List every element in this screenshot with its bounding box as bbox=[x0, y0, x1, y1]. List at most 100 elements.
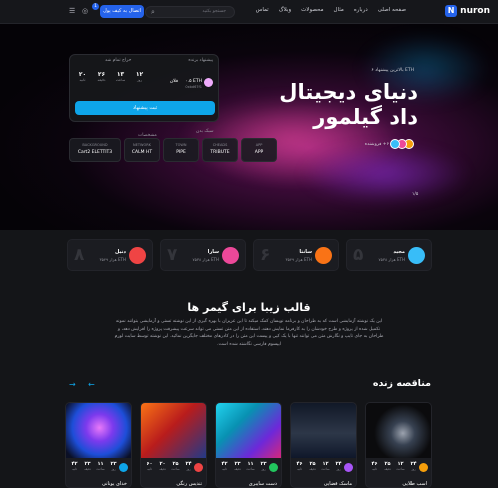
hero-smoke-art bbox=[300, 144, 470, 204]
winner-amount: ۰.۵ ETH bbox=[185, 79, 202, 84]
nav-item-examples[interactable]: مثال bbox=[334, 7, 344, 13]
spec-value: PIPE bbox=[176, 150, 186, 155]
timer-unit: ساعت bbox=[171, 467, 180, 471]
section-title: قالب زیبا برای گیمر ها bbox=[187, 301, 311, 314]
nft-image[interactable] bbox=[291, 403, 356, 458]
search-input[interactable]: جستجو بکنید ⌕ bbox=[145, 6, 235, 18]
logo-mark-icon: N bbox=[445, 5, 458, 17]
avatar[interactable] bbox=[222, 247, 239, 264]
auction-ended-label: حراج تمام شد bbox=[105, 58, 132, 63]
nav-item-home[interactable]: صفحه اصلی bbox=[378, 7, 406, 13]
cart-count-badge: 1 bbox=[92, 3, 99, 10]
avatar[interactable] bbox=[419, 463, 428, 472]
timer-unit: دقیقه bbox=[384, 467, 391, 471]
timer-unit: روز bbox=[186, 467, 191, 471]
arrow-left-icon[interactable]: → bbox=[69, 380, 76, 389]
spec-item[interactable]: BACKGROUND Cart2 ELETTIT3 bbox=[69, 138, 121, 162]
page: N nuron صفحه اصلی درباره مثال محصولات وب… bbox=[0, 0, 498, 488]
section-description: این یک نوشته آزمایشی است که به طراحان و … bbox=[114, 319, 384, 347]
spec-item[interactable]: NETWORK CALM HT bbox=[124, 138, 160, 162]
seller-volume: ۳۵۴۹ هزار ETH bbox=[285, 257, 312, 262]
avatar[interactable] bbox=[129, 247, 146, 264]
auction-card[interactable]: ۴۲ ثانیه ۲۳ دقیقه ۱۱ ساعت ۲۳ روز دست سایبری bbox=[215, 402, 282, 488]
seller-rank: ۵ bbox=[353, 245, 364, 265]
spec-item[interactable]: APP APP bbox=[241, 138, 277, 162]
timer-unit: دقیقه bbox=[84, 467, 91, 471]
winner-avatar[interactable] bbox=[204, 78, 213, 87]
card-timer: ۴۲ ثانیه ۲۳ دقیقه ۱۱ ساعت ۲۳ روز bbox=[219, 461, 269, 471]
bid-card: پیشنهاد برنده حراج تمام شد ۰.۵ ETH 0xbd6… bbox=[69, 54, 219, 122]
card-title[interactable]: اسب طلایی bbox=[402, 481, 427, 487]
live-auction-title: مناقصه زنده bbox=[372, 378, 431, 389]
nft-image[interactable] bbox=[141, 403, 206, 458]
timer-unit: ثانیه bbox=[296, 467, 303, 471]
seller-rank: ۸ bbox=[74, 245, 85, 265]
timer-unit: دقیقه bbox=[97, 78, 106, 82]
seller-name: سارا bbox=[207, 249, 219, 255]
card-title[interactable]: ماسک فضایی bbox=[324, 481, 352, 487]
specs-label-secondary: سبک بدن bbox=[196, 129, 214, 134]
winner-name: فلان bbox=[169, 79, 178, 84]
timer-unit: ثانیه bbox=[221, 467, 228, 471]
timer-unit: روز bbox=[111, 467, 116, 471]
avatar[interactable] bbox=[390, 139, 400, 149]
nft-image[interactable] bbox=[366, 403, 431, 458]
place-bid-button[interactable]: ثبت پیشنهاد bbox=[75, 101, 215, 115]
spec-item[interactable]: CHEADS TRIBUTE bbox=[202, 138, 238, 162]
seller-card[interactable]: سارا ۷۵۳۸ هزار ETH ۷ bbox=[160, 239, 246, 271]
card-timer: ۴۲ ثانیه ۲۳ دقیقه ۱۱ ساعت ۲۳ روز bbox=[69, 461, 119, 471]
timer-unit: ساعت bbox=[246, 467, 255, 471]
nft-image[interactable] bbox=[66, 403, 131, 458]
search-icon[interactable]: ⌕ bbox=[151, 8, 155, 17]
seller-name: سانتا bbox=[299, 249, 312, 255]
avatar[interactable] bbox=[119, 463, 128, 472]
spec-value: CALM HT bbox=[131, 150, 153, 155]
avatar[interactable] bbox=[315, 247, 332, 264]
seller-volume: ۷۵۳۸ هزار ETH bbox=[192, 257, 219, 262]
seller-rank: ۶ bbox=[260, 245, 271, 265]
hero-top-bid: بالاترین پیشنهاد ۶ ETH bbox=[371, 68, 414, 73]
card-timer: ۴۶ ثانیه ۲۵ دقیقه ۱۲ ساعت ۲۴ روز bbox=[294, 461, 344, 471]
nav-item-blog[interactable]: وبلاگ bbox=[279, 7, 291, 13]
nav-item-about[interactable]: درباره bbox=[354, 7, 368, 13]
auction-card[interactable]: ۶۰ ثانیه ۲۰ دقیقه ۲۵ ساعت ۲۴ روز تندیس رنگی bbox=[140, 402, 207, 488]
timer-value: ۲۰ bbox=[78, 71, 87, 78]
card-title[interactable]: خدای یونانی bbox=[102, 481, 127, 487]
timer-unit: ساعت bbox=[396, 467, 405, 471]
winner-address: 0xbd67f1 bbox=[185, 85, 202, 89]
cart-icon[interactable]: ◎ bbox=[82, 7, 88, 15]
auction-card[interactable]: ۴۶ ثانیه ۲۵ دقیقه ۱۲ ساعت ۲۴ روز اسب طلایی bbox=[365, 402, 432, 488]
settings-icon[interactable]: ☰ bbox=[69, 7, 75, 15]
hero-owners: ۶+ فروشنده bbox=[365, 139, 414, 149]
avatar[interactable] bbox=[194, 463, 203, 472]
avatar[interactable] bbox=[269, 463, 278, 472]
arrow-right-icon[interactable]: ← bbox=[88, 380, 95, 389]
timer-unit: ثانیه bbox=[79, 78, 86, 82]
timer-unit: روز bbox=[261, 467, 266, 471]
avatar[interactable] bbox=[408, 247, 425, 264]
card-title[interactable]: تندیس رنگی bbox=[176, 481, 202, 487]
spec-item[interactable]: TOWN PIPE bbox=[163, 138, 199, 162]
timer-unit: دقیقه bbox=[234, 467, 241, 471]
timer-value: ۲۶ bbox=[97, 71, 106, 78]
spec-key: TOWN bbox=[175, 143, 187, 147]
nav-item-products[interactable]: محصولات bbox=[301, 7, 323, 13]
seller-card[interactable]: مجید ۷۵۳۸ هزار ETH ۵ bbox=[346, 239, 432, 271]
logo[interactable]: N nuron bbox=[445, 5, 490, 17]
connect-wallet-button[interactable]: اتصال به کیف پول bbox=[100, 5, 144, 18]
auction-card[interactable]: ۴۶ ثانیه ۲۵ دقیقه ۱۲ ساعت ۲۴ روز ماسک فضایی bbox=[290, 402, 357, 488]
seller-card[interactable]: سانتا ۳۵۴۹ هزار ETH ۶ bbox=[253, 239, 339, 271]
top-header: N nuron صفحه اصلی درباره مثال محصولات وب… bbox=[0, 0, 498, 24]
avatar[interactable] bbox=[344, 463, 353, 472]
timer-value: ۱۲ bbox=[135, 71, 144, 78]
spec-key: APP bbox=[255, 143, 263, 147]
seller-card[interactable]: دنیل ۳۵۴۹ هزار ETH ۸ bbox=[67, 239, 153, 271]
spec-key: CHEADS bbox=[212, 143, 228, 147]
specs-grid: BACKGROUND Cart2 ELETTIT3 NETWORK CALM HT … bbox=[69, 138, 277, 162]
spec-value: TRIBUTE bbox=[210, 150, 230, 155]
nft-image[interactable] bbox=[216, 403, 281, 458]
auction-card[interactable]: ۴۲ ثانیه ۲۳ دقیقه ۱۱ ساعت ۲۳ روز خدای یونانی bbox=[65, 402, 132, 488]
timer-unit: ثانیه bbox=[71, 467, 78, 471]
card-title[interactable]: دست سایبری bbox=[249, 481, 277, 487]
nav-item-contact[interactable]: تماس bbox=[256, 7, 269, 13]
